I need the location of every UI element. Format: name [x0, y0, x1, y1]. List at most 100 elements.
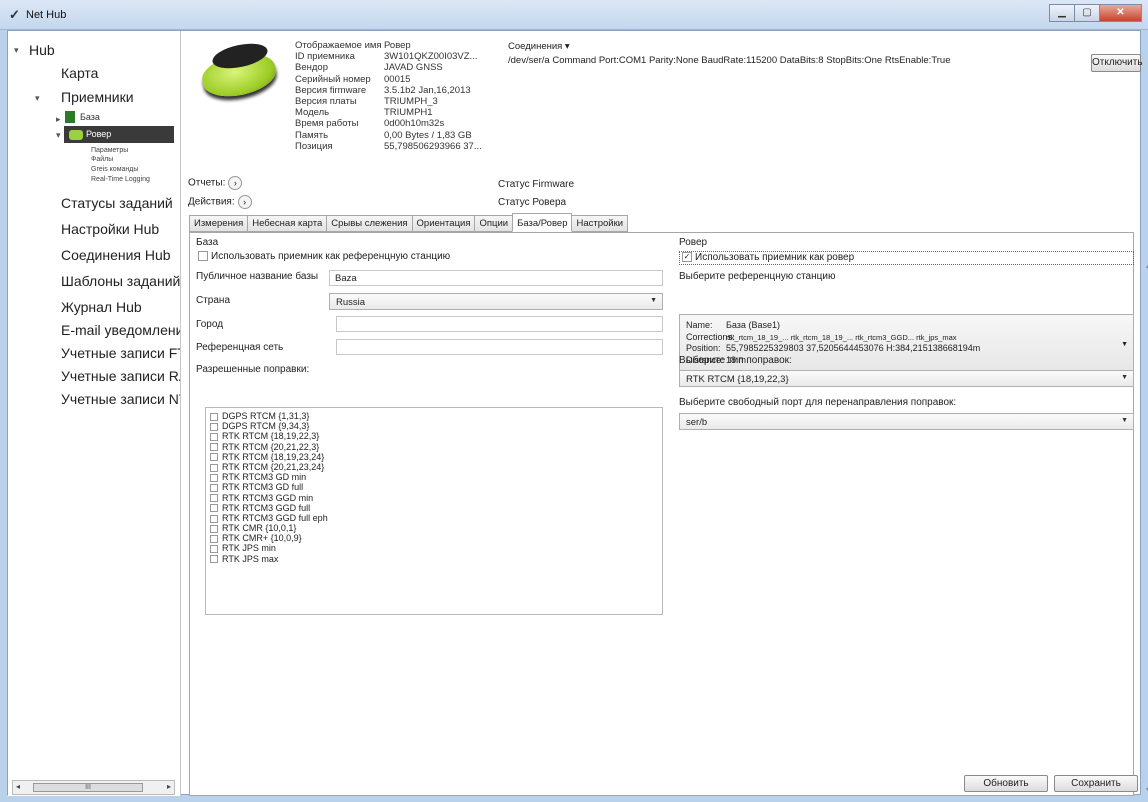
scroll-thumb[interactable]: III [33, 783, 143, 792]
nav-task-status[interactable]: Статусы заданий [61, 195, 173, 211]
scroll-left-icon[interactable]: ◂ [16, 782, 20, 791]
corr-type-select[interactable]: RTK RTCM {18,19,22,3} ▼ [679, 370, 1134, 387]
station-corr-key: Corrections: [686, 331, 735, 342]
correction-label: RTK RTCM {20,21,23,24} [222, 461, 325, 472]
close-button[interactable]: ✕ [1099, 4, 1142, 22]
nav-hub-connections[interactable]: Соединения Hub [61, 247, 171, 263]
tab-base-rover[interactable]: База/Ровер [512, 213, 573, 232]
info-value: 00015 [384, 73, 411, 85]
dropdown-arrow-icon: ▼ [1121, 417, 1128, 424]
tab-measurements[interactable]: Измерения [189, 215, 249, 232]
use-as-ref-row[interactable]: Использовать приемник как референцную ст… [198, 251, 450, 262]
city-field[interactable] [336, 316, 663, 332]
correction-checkbox[interactable] [210, 483, 218, 492]
list-item[interactable]: RTK JPS min [210, 543, 658, 553]
station-name-value: Базa (Base1) [726, 320, 780, 330]
list-item[interactable]: RTK RTCM3 GGD full [210, 503, 658, 513]
collapse-arrow-icon[interactable]: ▾ [35, 93, 40, 104]
list-item[interactable]: RTK RTCM3 GGD min [210, 493, 658, 503]
save-button[interactable]: Сохранить [1054, 775, 1138, 792]
tab-tracking-loss[interactable]: Срывы слежения [326, 215, 413, 232]
port-select[interactable]: ser/b ▼ [679, 413, 1134, 430]
list-item[interactable]: DGPS RTCM {1,31,3} [210, 411, 658, 421]
nav-base[interactable]: База [80, 112, 100, 122]
info-label: Позиция [295, 140, 333, 152]
public-name-field[interactable]: Baza [329, 270, 663, 286]
public-name-label: Публичное название базы [196, 271, 319, 282]
list-item[interactable]: RTK RTCM3 GD full [210, 482, 658, 492]
connections-dropdown[interactable]: Соединения ▾ [508, 41, 570, 52]
correction-checkbox[interactable] [210, 463, 218, 472]
correction-checkbox[interactable] [210, 422, 218, 431]
correction-checkbox[interactable] [210, 494, 218, 503]
dropdown-arrow-icon: ▼ [1121, 341, 1128, 348]
correction-checkbox[interactable] [210, 473, 218, 482]
list-item[interactable]: RTK RTCM {18,19,23,24} [210, 452, 658, 462]
info-value: Ровер [384, 40, 411, 51]
use-as-rover-row[interactable]: ✓ Использовать приемник как ровер [679, 251, 1134, 265]
nav-rover-selected[interactable]: Ровер [64, 126, 174, 143]
dropdown-arrow-icon: ▼ [650, 297, 657, 304]
chevron-right-icon[interactable]: › [228, 176, 243, 190]
use-as-ref-checkbox[interactable] [198, 251, 208, 262]
minimize-button[interactable]: ▁ [1049, 4, 1075, 22]
nav-receivers[interactable]: Приемники [61, 89, 134, 105]
nav-ntrip[interactable]: Учетные записи NTRIP [61, 391, 180, 407]
tab-settings[interactable]: Настройки [571, 215, 629, 232]
correction-checkbox[interactable] [210, 514, 218, 523]
correction-checkbox[interactable] [210, 504, 218, 513]
nav-raw[interactable]: Учетные записи RAW [61, 368, 180, 384]
correction-checkbox[interactable] [210, 545, 218, 554]
tab-options[interactable]: Опции [474, 215, 514, 232]
nav-hub-settings[interactable]: Настройки Hub [61, 221, 159, 237]
expand-arrow-icon[interactable]: ▸ [56, 114, 61, 125]
actions-row: Действия: › [188, 195, 252, 209]
correction-checkbox[interactable] [210, 443, 218, 452]
scroll-right-icon[interactable]: ▸ [167, 782, 171, 791]
list-item[interactable]: RTK RTCM {18,19,22,3} [210, 431, 658, 441]
nav-hub-log[interactable]: Журнал Hub [61, 299, 142, 315]
list-item[interactable]: RTK CMR+ {10,0,9} [210, 533, 658, 543]
nav-ftp[interactable]: Учетные записи FTP [61, 345, 180, 361]
list-item[interactable]: RTK RTCM {20,21,22,3} [210, 442, 658, 452]
correction-checkbox[interactable] [210, 555, 218, 564]
receiver-image [194, 39, 289, 109]
refresh-button[interactable]: Обновить [964, 775, 1048, 792]
nav-rover-files[interactable]: Файлы [91, 156, 113, 163]
list-item[interactable]: RTK CMR {10,0,1} [210, 523, 658, 533]
correction-checkbox[interactable] [210, 453, 218, 462]
nav-rover-logging[interactable]: Real-Time Logging [91, 176, 150, 183]
correction-checkbox[interactable] [210, 534, 218, 543]
nav-map[interactable]: Карта [61, 65, 98, 81]
collapse-arrow-icon[interactable]: ▾ [56, 130, 61, 141]
nav-hub[interactable]: Hub [29, 42, 55, 58]
nav-email[interactable]: E-mail уведомления [61, 322, 180, 338]
corr-type-label: Выберите тип поправок: [679, 355, 792, 366]
correction-checkbox[interactable] [210, 412, 218, 421]
maximize-button[interactable]: ▢ [1074, 4, 1100, 22]
list-item[interactable]: RTK JPS max [210, 554, 658, 564]
firmware-status: Статус Firmware [498, 179, 575, 190]
nav-task-templates[interactable]: Шаблоны заданий [61, 273, 180, 289]
network-field[interactable] [336, 339, 663, 355]
list-item[interactable]: RTK RTCM {20,21,23,24} [210, 462, 658, 472]
nav-rover-parameters[interactable]: Параметры [91, 147, 128, 154]
use-as-ref-label: Использовать приемник как референцную ст… [211, 251, 451, 262]
correction-checkbox[interactable] [210, 433, 218, 441]
nav-rover-greis[interactable]: Greis команды [91, 166, 138, 173]
disconnect-button[interactable]: Отключить [1091, 54, 1143, 72]
list-item[interactable]: RTK RTCM3 GD min [210, 472, 658, 482]
tab-orientation[interactable]: Ориентация [411, 215, 476, 232]
correction-checkbox[interactable] [210, 524, 218, 533]
collapse-arrow-icon[interactable]: ▾ [14, 45, 19, 56]
list-item[interactable]: DGPS RTCM {9,34,3} [210, 421, 658, 431]
country-value: Russia [336, 297, 366, 308]
use-as-rover-checkbox[interactable]: ✓ [682, 252, 692, 263]
nav-horizontal-scrollbar[interactable]: ◂ III ▸ [12, 780, 175, 795]
tab-sky-map[interactable]: Небесная карта [247, 215, 328, 232]
list-item[interactable]: RTK RTCM3 GGD full eph [210, 513, 658, 523]
country-select[interactable]: Russia ▼ [329, 293, 663, 310]
correction-label: RTK RTCM {18,19,22,3} [222, 431, 320, 442]
chevron-right-icon[interactable]: › [237, 195, 252, 209]
actions-label: Действия: [188, 196, 235, 208]
